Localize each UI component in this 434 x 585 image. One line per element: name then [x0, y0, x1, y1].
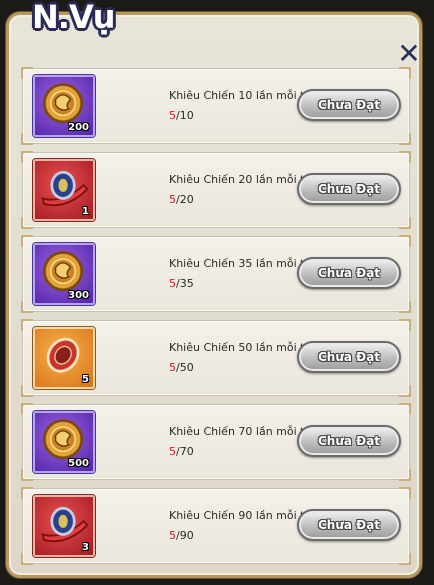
task-row: 200 Khiêu Chiến 10 lần mỗi tuần 5/10 Chư…	[21, 67, 411, 145]
claim-button[interactable]: Chưa Đạt	[297, 173, 401, 205]
reward-quantity: 300	[68, 290, 89, 301]
claim-button[interactable]: Chưa Đạt	[297, 89, 401, 121]
claim-button[interactable]: Chưa Đạt	[297, 341, 401, 373]
reward-item[interactable]: 500	[33, 411, 95, 473]
task-progress: 5/20	[169, 193, 194, 206]
reward-item[interactable]: 3	[33, 495, 95, 557]
claim-button[interactable]: Chưa Đạt	[297, 257, 401, 289]
task-progress: 5/10	[169, 109, 194, 122]
task-row: 5 Khiêu Chiến 50 lần mỗi tuần 5/50 Chưa …	[21, 319, 411, 397]
reward-item[interactable]: 1	[33, 159, 95, 221]
claim-button[interactable]: Chưa Đạt	[297, 509, 401, 541]
task-row: 300 Khiêu Chiến 35 lần mỗi tuần 5/35 Chư…	[21, 235, 411, 313]
task-progress: 5/50	[169, 361, 194, 374]
reward-quantity: 1	[82, 206, 89, 217]
claim-button[interactable]: Chưa Đạt	[297, 425, 401, 457]
task-progress: 5/90	[169, 529, 194, 542]
dialog-title: N.Vụ	[32, 0, 115, 36]
reward-item[interactable]: 5	[33, 327, 95, 389]
task-row: 1 Khiêu Chiến 20 lần mỗi tuần 5/20 Chưa …	[21, 151, 411, 229]
reward-quantity: 5	[82, 374, 89, 385]
task-progress: 5/70	[169, 445, 194, 458]
reward-quantity: 3	[82, 542, 89, 553]
reward-item[interactable]: 200	[33, 75, 95, 137]
task-row: 500 Khiêu Chiến 70 lần mỗi tuần 5/70 Chư…	[21, 403, 411, 481]
task-row: 3 Khiêu Chiến 90 lần mỗi tuần 5/90 Chưa …	[21, 487, 411, 565]
task-progress: 5/35	[169, 277, 194, 290]
reward-quantity: 500	[68, 458, 89, 469]
reward-item[interactable]: 300	[33, 243, 95, 305]
reward-quantity: 200	[68, 122, 89, 133]
close-icon[interactable]: ✕	[394, 39, 424, 69]
